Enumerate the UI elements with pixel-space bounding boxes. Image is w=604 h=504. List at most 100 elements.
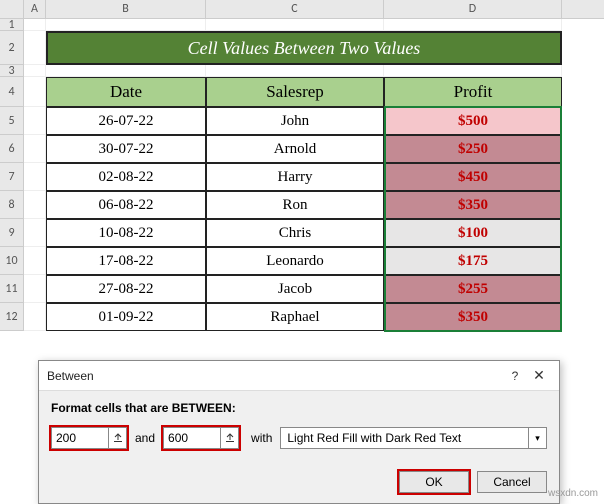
cell-date-3[interactable]: 06-08-22 — [46, 191, 206, 219]
title-cell[interactable]: Cell Values Between Two Values — [46, 31, 562, 65]
format-combo-text: Light Red Fill with Dark Red Text — [281, 429, 528, 447]
chevron-down-icon[interactable]: ▾ — [528, 428, 546, 448]
select-all-corner[interactable] — [0, 0, 24, 18]
row-header-3[interactable]: 3 — [0, 65, 24, 77]
row-header-6[interactable]: 6 — [0, 135, 24, 163]
value1-input[interactable] — [52, 429, 108, 447]
row-5: 5 26-07-22 John $500 — [0, 107, 604, 135]
row-header-7[interactable]: 7 — [0, 163, 24, 191]
row-4: 4 Date Salesrep Profit — [0, 77, 604, 107]
with-text: with — [251, 431, 272, 445]
cell-name-4[interactable]: Chris — [206, 219, 384, 247]
row-header-8[interactable]: 8 — [0, 191, 24, 219]
row-11: 11 27-08-22 Jacob $255 — [0, 275, 604, 303]
header-profit[interactable]: Profit — [384, 77, 562, 107]
dialog-label: Format cells that are BETWEEN: — [51, 401, 547, 415]
cell-date-4[interactable]: 10-08-22 — [46, 219, 206, 247]
dialog-inputs: and with Light Red Fill with Dark Red Te… — [51, 427, 547, 449]
cell-name-7[interactable]: Raphael — [206, 303, 384, 331]
cell-name-6[interactable]: Jacob — [206, 275, 384, 303]
cell-profit-1[interactable]: $250 — [384, 135, 562, 163]
cell-profit-4[interactable]: $100 — [384, 219, 562, 247]
format-combo[interactable]: Light Red Fill with Dark Red Text ▾ — [280, 427, 547, 449]
ok-button[interactable]: OK — [399, 471, 469, 493]
cancel-button[interactable]: Cancel — [477, 471, 547, 493]
row-header-1[interactable]: 1 — [0, 19, 24, 31]
cell-name-2[interactable]: Harry — [206, 163, 384, 191]
row-header-11[interactable]: 11 — [0, 275, 24, 303]
value2-box — [163, 427, 239, 449]
range-picker-1-icon[interactable] — [108, 428, 126, 448]
header-salesrep[interactable]: Salesrep — [206, 77, 384, 107]
col-header-D[interactable]: D — [384, 0, 562, 18]
help-icon[interactable]: ? — [503, 369, 527, 383]
col-header-B[interactable]: B — [46, 0, 206, 18]
cell-A5[interactable] — [24, 107, 46, 135]
dialog-footer: OK Cancel — [39, 463, 559, 503]
cell-A4[interactable] — [24, 77, 46, 107]
cell-A3[interactable] — [24, 65, 46, 77]
cell-profit-0[interactable]: $500 — [384, 107, 562, 135]
cell-C1[interactable] — [206, 19, 384, 31]
cell-name-0[interactable]: John — [206, 107, 384, 135]
watermark: wsxdn.com — [548, 488, 598, 499]
cell-profit-5[interactable]: $175 — [384, 247, 562, 275]
row-10: 10 17-08-22 Leonardo $175 — [0, 247, 604, 275]
between-dialog: Between ? ✕ Format cells that are BETWEE… — [38, 360, 560, 504]
row-header-9[interactable]: 9 — [0, 219, 24, 247]
and-text: and — [135, 431, 155, 445]
row-3: 3 — [0, 65, 604, 77]
cell-A6[interactable] — [24, 135, 46, 163]
dialog-title: Between — [47, 369, 503, 383]
close-icon[interactable]: ✕ — [527, 367, 551, 384]
row-9: 9 10-08-22 Chris $100 — [0, 219, 604, 247]
col-header-A[interactable]: A — [24, 0, 46, 18]
cell-name-3[interactable]: Ron — [206, 191, 384, 219]
cell-name-5[interactable]: Leonardo — [206, 247, 384, 275]
cell-B1[interactable] — [46, 19, 206, 31]
cell-profit-6[interactable]: $255 — [384, 275, 562, 303]
cell-date-5[interactable]: 17-08-22 — [46, 247, 206, 275]
cell-A11[interactable] — [24, 275, 46, 303]
row-header-4[interactable]: 4 — [0, 77, 24, 107]
row-header-10[interactable]: 10 — [0, 247, 24, 275]
value2-input[interactable] — [164, 429, 220, 447]
cell-A2[interactable] — [24, 31, 46, 65]
grid-rows: 1 2 Cell Values Between Two Values 3 4 D… — [0, 19, 604, 331]
cell-date-1[interactable]: 30-07-22 — [46, 135, 206, 163]
cell-D1[interactable] — [384, 19, 562, 31]
dialog-titlebar[interactable]: Between ? ✕ — [39, 361, 559, 391]
value1-box — [51, 427, 127, 449]
header-date[interactable]: Date — [46, 77, 206, 107]
cell-A8[interactable] — [24, 191, 46, 219]
row-7: 7 02-08-22 Harry $450 — [0, 163, 604, 191]
cell-profit-2[interactable]: $450 — [384, 163, 562, 191]
row-8: 8 06-08-22 Ron $350 — [0, 191, 604, 219]
cell-profit-3[interactable]: $350 — [384, 191, 562, 219]
cell-name-1[interactable]: Arnold — [206, 135, 384, 163]
cell-date-7[interactable]: 01-09-22 — [46, 303, 206, 331]
row-header-12[interactable]: 12 — [0, 303, 24, 331]
cell-date-2[interactable]: 02-08-22 — [46, 163, 206, 191]
row-6: 6 30-07-22 Arnold $250 — [0, 135, 604, 163]
column-headers: A B C D — [0, 0, 604, 19]
cell-A1[interactable] — [24, 19, 46, 31]
cell-C3[interactable] — [206, 65, 384, 77]
cell-D3[interactable] — [384, 65, 562, 77]
row-1: 1 — [0, 19, 604, 31]
cell-A12[interactable] — [24, 303, 46, 331]
cell-A10[interactable] — [24, 247, 46, 275]
worksheet: A B C D 1 2 Cell Values Between Two Valu… — [0, 0, 604, 331]
dialog-body: Format cells that are BETWEEN: and with … — [39, 391, 559, 463]
range-picker-2-icon[interactable] — [220, 428, 238, 448]
cell-B3[interactable] — [46, 65, 206, 77]
cell-date-0[interactable]: 26-07-22 — [46, 107, 206, 135]
col-header-C[interactable]: C — [206, 0, 384, 18]
row-header-2[interactable]: 2 — [0, 31, 24, 65]
cell-A9[interactable] — [24, 219, 46, 247]
cell-date-6[interactable]: 27-08-22 — [46, 275, 206, 303]
row-2: 2 Cell Values Between Two Values — [0, 31, 604, 65]
cell-profit-7[interactable]: $350 — [384, 303, 562, 331]
row-header-5[interactable]: 5 — [0, 107, 24, 135]
cell-A7[interactable] — [24, 163, 46, 191]
